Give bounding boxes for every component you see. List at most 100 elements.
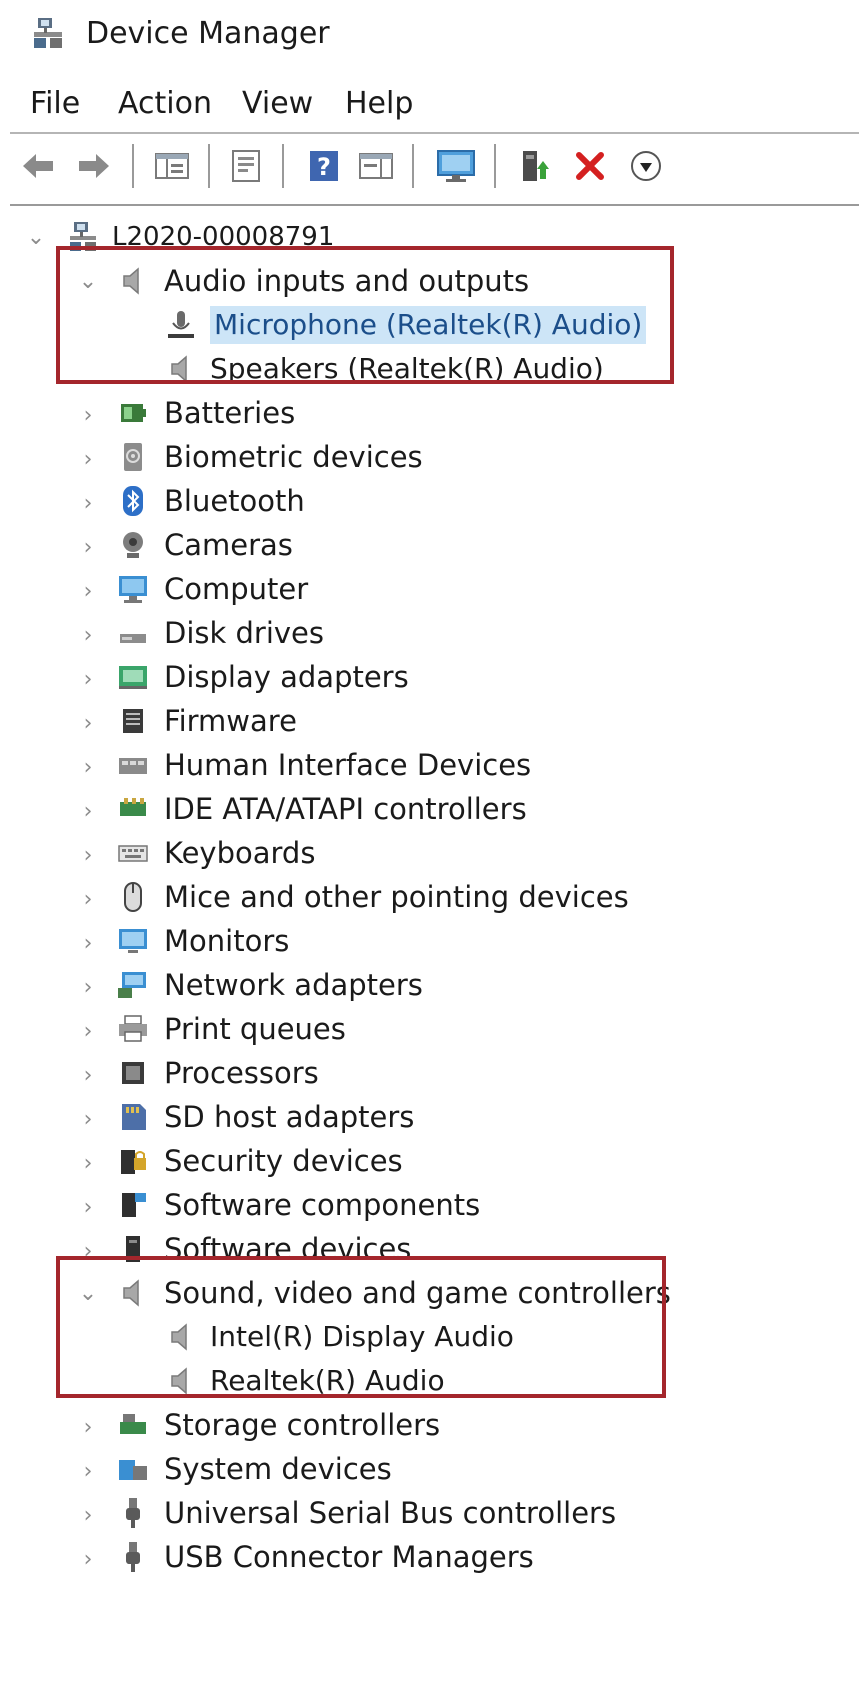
update-driver-button[interactable] bbox=[514, 144, 554, 188]
menu-bar: File Action View Help bbox=[0, 82, 859, 132]
tree-category[interactable]: › Software components bbox=[0, 1182, 859, 1228]
toolbar-separator bbox=[412, 144, 414, 188]
tree-category[interactable]: › System devices bbox=[0, 1446, 859, 1492]
menu-help[interactable]: Help bbox=[345, 82, 413, 126]
toolbar-separator bbox=[208, 144, 210, 188]
uninstall-device-button[interactable] bbox=[570, 144, 610, 188]
chevron-right-icon[interactable]: › bbox=[76, 400, 100, 430]
action-pane-icon bbox=[359, 153, 393, 179]
tree-category[interactable]: › Storage controllers bbox=[0, 1402, 859, 1448]
properties-button[interactable] bbox=[226, 144, 266, 188]
chevron-right-icon[interactable]: › bbox=[76, 1412, 100, 1442]
tree-category-label: System devices bbox=[164, 1452, 392, 1486]
show-hide-console-tree-icon bbox=[155, 153, 189, 179]
tree-category-label: Display adapters bbox=[164, 660, 409, 694]
chevron-right-icon[interactable]: › bbox=[76, 1500, 100, 1530]
highlight-box-sound-controllers bbox=[56, 1256, 666, 1398]
forward-arrow-icon bbox=[79, 154, 109, 178]
keyboard-icon bbox=[118, 845, 148, 862]
tree-category[interactable]: › SD host adapters bbox=[0, 1094, 859, 1140]
help-icon: ? bbox=[310, 151, 338, 181]
battery-icon bbox=[121, 404, 146, 422]
hid-icon bbox=[119, 758, 147, 774]
chevron-right-icon[interactable]: › bbox=[76, 488, 100, 518]
chevron-right-icon[interactable]: › bbox=[76, 1148, 100, 1178]
chevron-right-icon[interactable]: › bbox=[76, 796, 100, 826]
usb-icon bbox=[126, 1498, 140, 1528]
tree-category[interactable]: › Keyboards bbox=[0, 830, 859, 876]
tree-category-label: Processors bbox=[164, 1056, 319, 1090]
tree-category[interactable]: › Network adapters bbox=[0, 962, 859, 1008]
chevron-right-icon[interactable]: › bbox=[76, 752, 100, 782]
chevron-down-icon[interactable]: ⌄ bbox=[24, 222, 48, 252]
highlight-box-audio-inputs bbox=[56, 246, 674, 384]
chevron-right-icon[interactable]: › bbox=[76, 444, 100, 474]
chevron-right-icon[interactable]: › bbox=[76, 1016, 100, 1046]
disable-device-icon bbox=[631, 151, 661, 181]
tree-category[interactable]: › Processors bbox=[0, 1050, 859, 1096]
chevron-right-icon[interactable]: › bbox=[76, 664, 100, 694]
action-pane-button[interactable] bbox=[356, 144, 396, 188]
chevron-right-icon[interactable]: › bbox=[76, 840, 100, 870]
tree-category[interactable]: › Security devices bbox=[0, 1138, 859, 1184]
biometric-icon bbox=[124, 443, 142, 471]
show-hide-console-tree-button[interactable] bbox=[152, 144, 192, 188]
forward-button[interactable] bbox=[74, 144, 114, 188]
tree-category[interactable]: › Universal Serial Bus controllers bbox=[0, 1490, 859, 1536]
chevron-right-icon[interactable]: › bbox=[76, 620, 100, 650]
tree-category-label: Universal Serial Bus controllers bbox=[164, 1496, 617, 1530]
tree-category[interactable]: › Human Interface Devices bbox=[0, 742, 859, 788]
chevron-right-icon[interactable]: › bbox=[76, 1060, 100, 1090]
uninstall-device-icon bbox=[576, 152, 604, 180]
tree-category-label: IDE ATA/ATAPI controllers bbox=[164, 792, 527, 826]
tree-category[interactable]: › Disk drives bbox=[0, 610, 859, 656]
disable-device-button[interactable] bbox=[626, 144, 666, 188]
tree-category-label: Human Interface Devices bbox=[164, 748, 532, 782]
computer-icon bbox=[119, 576, 147, 603]
chevron-right-icon[interactable]: › bbox=[76, 884, 100, 914]
chevron-right-icon[interactable]: › bbox=[76, 928, 100, 958]
tree-category-label: Bluetooth bbox=[164, 484, 305, 518]
chevron-right-icon[interactable]: › bbox=[76, 708, 100, 738]
tree-category[interactable]: › Monitors bbox=[0, 918, 859, 964]
network-adapter-icon bbox=[118, 972, 146, 998]
chevron-right-icon[interactable]: › bbox=[76, 576, 100, 606]
usb-icon bbox=[126, 1542, 140, 1572]
toolbar-separator bbox=[132, 144, 134, 188]
processor-icon bbox=[122, 1062, 144, 1084]
tree-category[interactable]: › Bluetooth bbox=[0, 478, 859, 524]
camera-icon bbox=[123, 532, 143, 558]
tree-category-label: Software components bbox=[164, 1188, 481, 1222]
tree-category-label: Firmware bbox=[164, 704, 297, 738]
chevron-right-icon[interactable]: › bbox=[76, 1544, 100, 1574]
menu-action[interactable]: Action bbox=[118, 82, 212, 126]
back-button[interactable] bbox=[18, 144, 58, 188]
tree-category[interactable]: › Cameras bbox=[0, 522, 859, 568]
tree-category[interactable]: › Firmware bbox=[0, 698, 859, 744]
toolbar-top-rule bbox=[10, 132, 859, 134]
tree-category[interactable]: › Display adapters bbox=[0, 654, 859, 700]
tree-category-label: Cameras bbox=[164, 528, 293, 562]
back-arrow-icon bbox=[23, 154, 53, 178]
menu-file[interactable]: File bbox=[30, 82, 80, 126]
tree-category[interactable]: › Batteries bbox=[0, 390, 859, 436]
chevron-right-icon[interactable]: › bbox=[76, 1456, 100, 1486]
tree-category[interactable]: › Computer bbox=[0, 566, 859, 612]
chevron-right-icon[interactable]: › bbox=[76, 972, 100, 1002]
tree-category[interactable]: › IDE ATA/ATAPI controllers bbox=[0, 786, 859, 832]
tree-category[interactable]: › Mice and other pointing devices bbox=[0, 874, 859, 920]
scan-hardware-changes-button[interactable] bbox=[436, 144, 476, 188]
svg-text:?: ? bbox=[317, 153, 331, 181]
chevron-right-icon[interactable]: › bbox=[76, 532, 100, 562]
chevron-right-icon[interactable]: › bbox=[76, 1104, 100, 1134]
bluetooth-icon bbox=[123, 486, 143, 516]
chevron-right-icon[interactable]: › bbox=[76, 1192, 100, 1222]
security-device-icon bbox=[121, 1150, 146, 1174]
tree-category[interactable]: › Print queues bbox=[0, 1006, 859, 1052]
tree-category[interactable]: › USB Connector Managers bbox=[0, 1534, 859, 1580]
storage-controller-icon bbox=[120, 1414, 146, 1434]
help-button[interactable]: ? bbox=[304, 144, 344, 188]
tree-category[interactable]: › Biometric devices bbox=[0, 434, 859, 480]
printer-icon bbox=[119, 1015, 147, 1042]
menu-view[interactable]: View bbox=[242, 82, 313, 126]
